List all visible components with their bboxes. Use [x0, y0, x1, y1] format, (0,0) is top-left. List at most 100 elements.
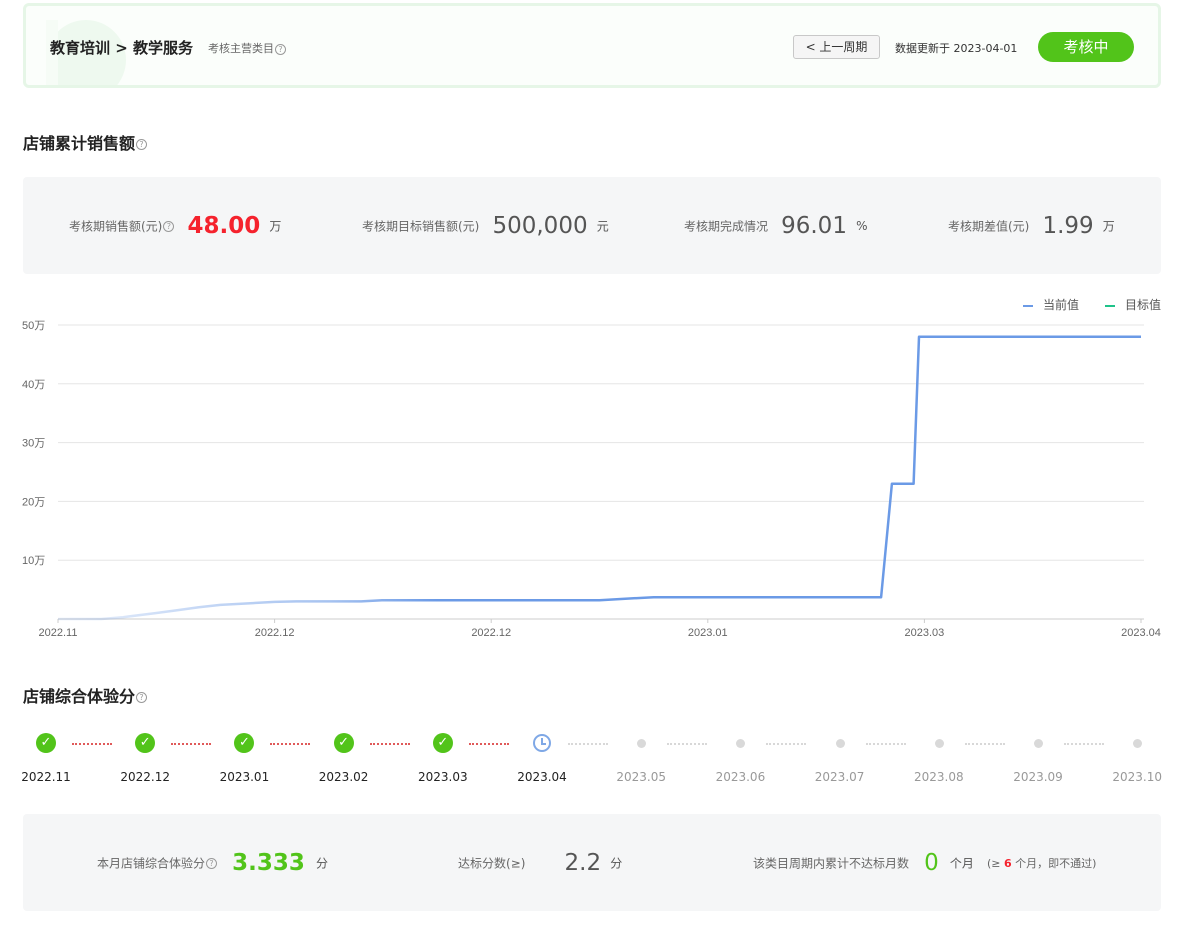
timeline-month-label: 2022.12: [120, 770, 170, 784]
x-tick-label: 2022.12: [255, 627, 295, 639]
stat-label: 该类目周期内累计不达标月数: [753, 856, 910, 871]
timeline-month-label: 2023.10: [1112, 770, 1162, 784]
stat-value: 0: [924, 850, 939, 876]
timeline-connector: [171, 743, 212, 745]
timeline-month[interactable]: 2023.04: [512, 730, 572, 790]
stat-completion: 考核期完成情况 96.01 %: [684, 213, 867, 239]
x-tick-label: 2023.03: [905, 627, 945, 639]
stat-value: 2.2: [564, 850, 602, 876]
help-icon[interactable]: ?: [206, 857, 218, 869]
timeline-connector: [270, 743, 311, 745]
pending-dot-icon: [1133, 739, 1143, 748]
pending-dot-icon: [835, 739, 845, 748]
help-icon[interactable]: ?: [136, 692, 148, 703]
x-tick-label: 2022.11: [39, 627, 78, 639]
category-subtitle: 考核主营类目?: [208, 40, 286, 56]
fail-note-prefix: (≥: [986, 857, 1004, 870]
y-tick-label: 20万: [22, 496, 45, 508]
stat-label: 考核期完成情况: [684, 219, 769, 234]
timeline-month[interactable]: 2023.08: [909, 730, 969, 790]
timeline-connector: [964, 743, 1005, 745]
stat-unit: 分: [315, 856, 328, 871]
check-icon: ✓: [234, 733, 255, 753]
stat-sales: 考核期销售额(元)? 48.00 万: [69, 213, 281, 239]
timeline-month[interactable]: ✓ 2022.12: [115, 730, 175, 790]
help-icon[interactable]: ?: [275, 43, 286, 55]
pending-dot-icon: [637, 739, 647, 748]
sales-chart-svg: 10万 20万 30万 40万 50万 2022.11 2022.12 2022.12 2023…: [22, 320, 1161, 639]
timeline-month[interactable]: 2023.10: [1107, 730, 1167, 790]
experience-title-text: 店铺综合体验分: [23, 687, 136, 706]
timeline-month[interactable]: ✓ 2022.11: [16, 730, 76, 790]
timeline-month-label: 2023.06: [715, 770, 766, 784]
check-icon: ✓: [135, 733, 156, 753]
timeline-month-label: 2023.02: [318, 770, 369, 784]
stat-fail-months: 该类目周期内累计不达标月数 0 个月 (≥ 6 个月，即不通过): [753, 850, 1096, 876]
y-tick-label: 50万: [22, 320, 45, 332]
help-icon[interactable]: ?: [163, 220, 175, 232]
x-tick-label: 2022.12: [471, 627, 511, 639]
timeline-month-label: 2023.04: [517, 770, 567, 784]
pending-dot-icon: [1034, 739, 1043, 748]
stat-value: 96.01: [781, 213, 847, 239]
fail-note: (≥ 6 个月，即不通过): [987, 857, 1096, 870]
category-subtitle-text: 考核主营类目: [208, 42, 274, 55]
y-tick-label: 40万: [22, 379, 45, 391]
stat-unit: 个月: [949, 856, 974, 871]
stat-value: 500,000: [492, 213, 588, 239]
timeline-month-label: 2023.01: [219, 770, 270, 784]
stat-unit: 元: [596, 219, 609, 234]
pending-dot-icon: [736, 739, 746, 748]
timeline-month[interactable]: 2023.07: [810, 730, 870, 790]
experience-section-title: 店铺综合体验分?: [23, 683, 148, 707]
series-line-current: [58, 335, 1141, 621]
timeline-month[interactable]: 2023.06: [710, 730, 770, 790]
timeline-month[interactable]: ✓ 2023.02: [314, 730, 374, 790]
timeline-connector: [667, 743, 708, 745]
stat-value: 1.99: [1042, 213, 1094, 239]
stat-unit: %: [856, 219, 868, 233]
help-icon[interactable]: ?: [136, 139, 148, 150]
stat-unit: 万: [269, 219, 282, 234]
fail-note-number: 6: [1003, 857, 1012, 870]
fail-note-suffix: 个月，即不通过): [1011, 857, 1097, 870]
timeline-connector: [568, 743, 608, 745]
timeline-connector: [72, 743, 112, 745]
prev-period-button[interactable]: < 上一周期: [793, 35, 880, 59]
timeline-month[interactable]: 2023.09: [1008, 730, 1068, 790]
stat-unit: 万: [1102, 219, 1115, 234]
sales-title-text: 店铺累计销售额: [23, 134, 136, 153]
breadcrumb: 教育培训 > 教学服务: [50, 39, 194, 57]
timeline-connector: [865, 743, 906, 745]
stat-target: 考核期目标销售额(元) 500,000 元: [362, 213, 609, 239]
month-timeline: ✓ 2022.11 ✓ 2022.12 ✓ 2023.01 ✓ 2023.02 ✓ 2023.03…: [0, 730, 1185, 790]
x-tick-label: 2023.04: [1121, 627, 1161, 639]
check-icon: ✓: [432, 733, 453, 753]
sales-section-title: 店铺累计销售额?: [23, 130, 148, 154]
timeline-month[interactable]: 2023.05: [611, 730, 671, 790]
sales-stats-panel: 考核期销售额(元)? 48.00 万 考核期目标销售额(元) 500,000 元…: [23, 177, 1161, 274]
stat-value: 3.333: [232, 850, 305, 876]
timeline-connector: [369, 743, 410, 745]
stat-label: 考核期销售额(元): [69, 219, 163, 234]
stat-gap: 考核期差值(元) 1.99 万: [948, 213, 1115, 239]
check-icon: ✓: [36, 733, 56, 753]
stat-label: 达标分数(≥): [458, 856, 526, 871]
timeline-month[interactable]: ✓ 2023.01: [214, 730, 274, 790]
pending-dot-icon: [934, 739, 944, 748]
status-badge[interactable]: 考核中: [1038, 32, 1134, 62]
timeline-month-label: 2022.11: [21, 770, 71, 784]
experience-stats-panel: 本月店铺综合体验分? 3.333 分 达标分数(≥) 2.2 分 该类目周期内累…: [23, 814, 1161, 911]
sales-chart: 10万 20万 30万 40万 50万 2022.11 2022.12 2022.12 2023…: [0, 290, 1185, 640]
check-icon: ✓: [333, 733, 354, 753]
stat-label: 考核期差值(元): [948, 219, 1030, 234]
y-tick-label: 10万: [22, 555, 45, 567]
x-tick-label: 2023.01: [688, 627, 728, 639]
stat-score: 本月店铺综合体验分? 3.333 分: [97, 850, 328, 876]
timeline-month[interactable]: ✓ 2023.03: [413, 730, 473, 790]
stat-label: 本月店铺综合体验分: [97, 856, 206, 871]
update-timestamp: 数据更新于 2023-04-01: [895, 42, 1018, 55]
timeline-connector: [766, 743, 807, 745]
timeline-connector: [468, 743, 509, 745]
stat-unit: 分: [610, 856, 623, 871]
